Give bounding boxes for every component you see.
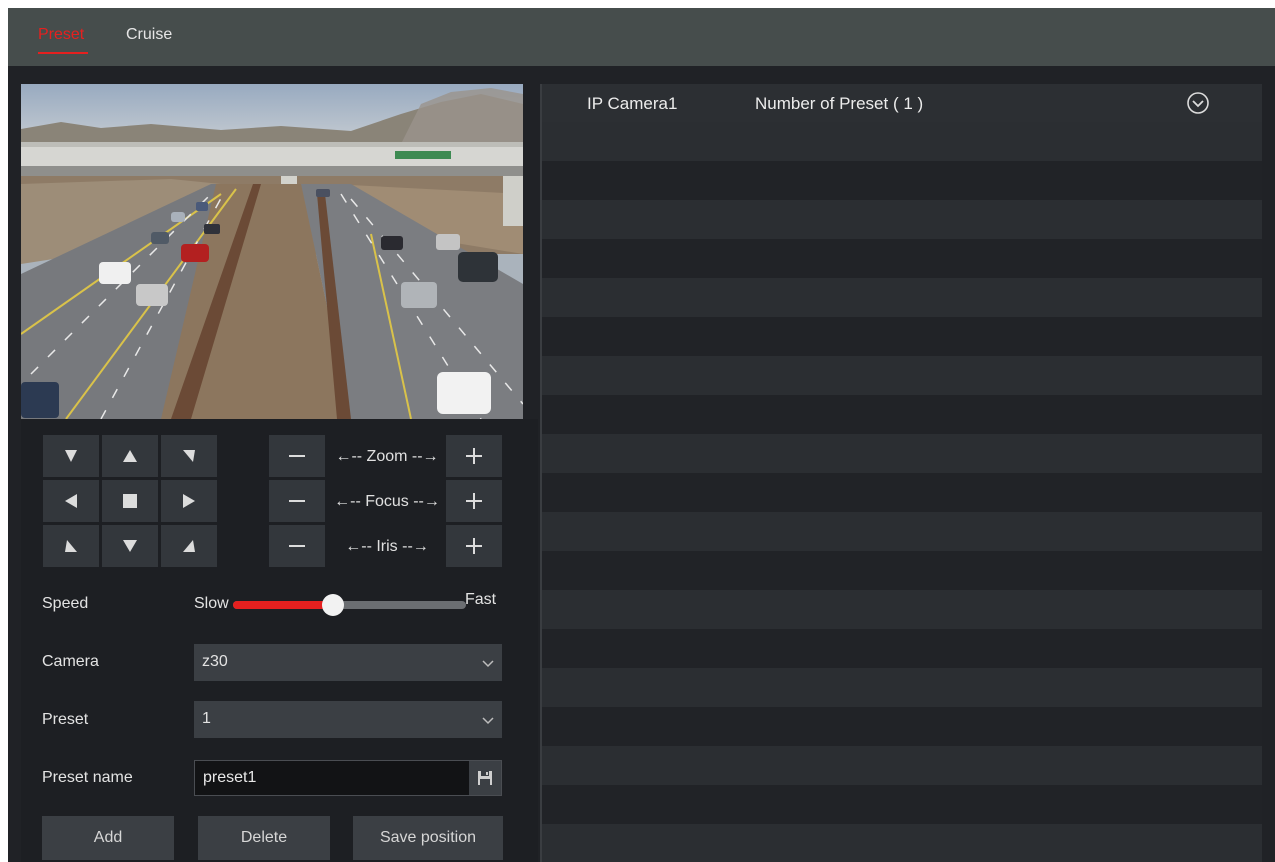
camera-select-value: z30: [202, 653, 228, 670]
preset-name-label: Preset name: [42, 769, 133, 786]
camera-select[interactable]: z30: [194, 644, 502, 681]
active-tab-indicator: [38, 52, 88, 54]
list-row: [542, 668, 1262, 707]
arrow-up-right-icon: [183, 450, 195, 462]
list-row: [542, 707, 1262, 746]
arrow-right-icon: [183, 494, 195, 508]
zoom-out-button[interactable]: [269, 435, 325, 477]
plus-icon: [466, 448, 482, 464]
minus-icon: [289, 455, 305, 457]
list-row: [542, 746, 1262, 785]
list-row: [542, 122, 1262, 161]
chevron-circle-down-icon[interactable]: [1186, 91, 1210, 115]
ptz-down-left-button[interactable]: [43, 525, 99, 567]
tab-bar: Preset Cruise: [8, 8, 1275, 66]
iris-open-button[interactable]: [446, 525, 502, 567]
list-row: [542, 434, 1262, 473]
list-preset-count: Number of Preset ( 1 ): [755, 94, 924, 113]
minus-icon: [289, 500, 305, 502]
minus-icon: [289, 545, 305, 547]
delete-button[interactable]: Delete: [198, 816, 330, 860]
list-row: [542, 512, 1262, 551]
zoom-label: ←-- Zoom --→: [335, 448, 439, 465]
ptz-up-right-button[interactable]: [161, 435, 217, 477]
list-row: [542, 239, 1262, 278]
save-position-button[interactable]: Save position: [353, 816, 503, 860]
focus-far-button[interactable]: [446, 480, 502, 522]
plus-icon: [466, 538, 482, 554]
list-row: [542, 161, 1262, 200]
ptz-up-button[interactable]: [102, 435, 158, 477]
preset-list-header[interactable]: IP Camera1 Number of Preset ( 1 ): [542, 84, 1262, 122]
focus-near-button[interactable]: [269, 480, 325, 522]
speed-label: Speed: [42, 595, 89, 612]
focus-label: ←-- Focus --→: [334, 493, 440, 510]
arrow-up-left-icon: [65, 450, 77, 462]
list-row: [542, 629, 1262, 668]
list-row: [542, 356, 1262, 395]
preset-panel: Preset Cruise ←-- Zoom --→ ←-- Focus --→…: [8, 8, 1275, 862]
live-video-view[interactable]: [21, 84, 523, 419]
iris-label: ←-- Iris --→: [345, 538, 429, 555]
chevron-down-icon: [482, 660, 494, 668]
preset-select-value: 1: [202, 710, 211, 727]
stop-icon: [123, 494, 137, 508]
arrow-down-left-icon: [65, 540, 77, 552]
arrow-down-right-icon: [183, 540, 195, 552]
arrow-up-icon: [123, 450, 137, 462]
app-window: Preset Cruise ←-- Zoom --→ ←-- Focus --→…: [0, 0, 1275, 862]
iris-close-button[interactable]: [269, 525, 325, 567]
list-row: [542, 551, 1262, 590]
list-row: [542, 473, 1262, 512]
add-button[interactable]: Add: [42, 816, 174, 860]
tab-preset[interactable]: Preset: [38, 26, 84, 44]
list-row: [542, 824, 1262, 862]
highway-camera-image: [21, 84, 523, 419]
arrow-down-icon: [123, 540, 137, 552]
save-preset-name-button[interactable]: [469, 761, 501, 795]
speed-slider-fill: [233, 601, 334, 609]
ptz-down-right-button[interactable]: [161, 525, 217, 567]
preset-label: Preset: [42, 711, 89, 728]
speed-fast-label: Fast: [465, 591, 497, 608]
zoom-in-button[interactable]: [446, 435, 502, 477]
plus-icon: [466, 493, 482, 509]
list-row: [542, 395, 1262, 434]
preset-list: IP Camera1 Number of Preset ( 1 ): [540, 84, 1262, 862]
list-camera-name: IP Camera1: [587, 94, 678, 113]
list-row: [542, 590, 1262, 629]
chevron-down-icon: [482, 717, 494, 725]
ptz-up-left-button[interactable]: [43, 435, 99, 477]
ptz-stop-button[interactable]: [102, 480, 158, 522]
ptz-right-button[interactable]: [161, 480, 217, 522]
arrow-left-icon: [65, 494, 77, 508]
preset-select[interactable]: 1: [194, 701, 502, 738]
preset-name-value: preset1: [203, 769, 257, 786]
speed-slider[interactable]: [233, 594, 466, 616]
list-row: [542, 785, 1262, 824]
floppy-disk-icon: [478, 771, 492, 785]
preset-name-field[interactable]: preset1: [194, 760, 502, 796]
ptz-down-button[interactable]: [102, 525, 158, 567]
ptz-left-button[interactable]: [43, 480, 99, 522]
list-row: [542, 317, 1262, 356]
list-row: [542, 278, 1262, 317]
camera-label: Camera: [42, 653, 99, 670]
tab-cruise[interactable]: Cruise: [126, 26, 172, 44]
list-row: [542, 200, 1262, 239]
speed-slow-label: Slow: [194, 595, 229, 612]
